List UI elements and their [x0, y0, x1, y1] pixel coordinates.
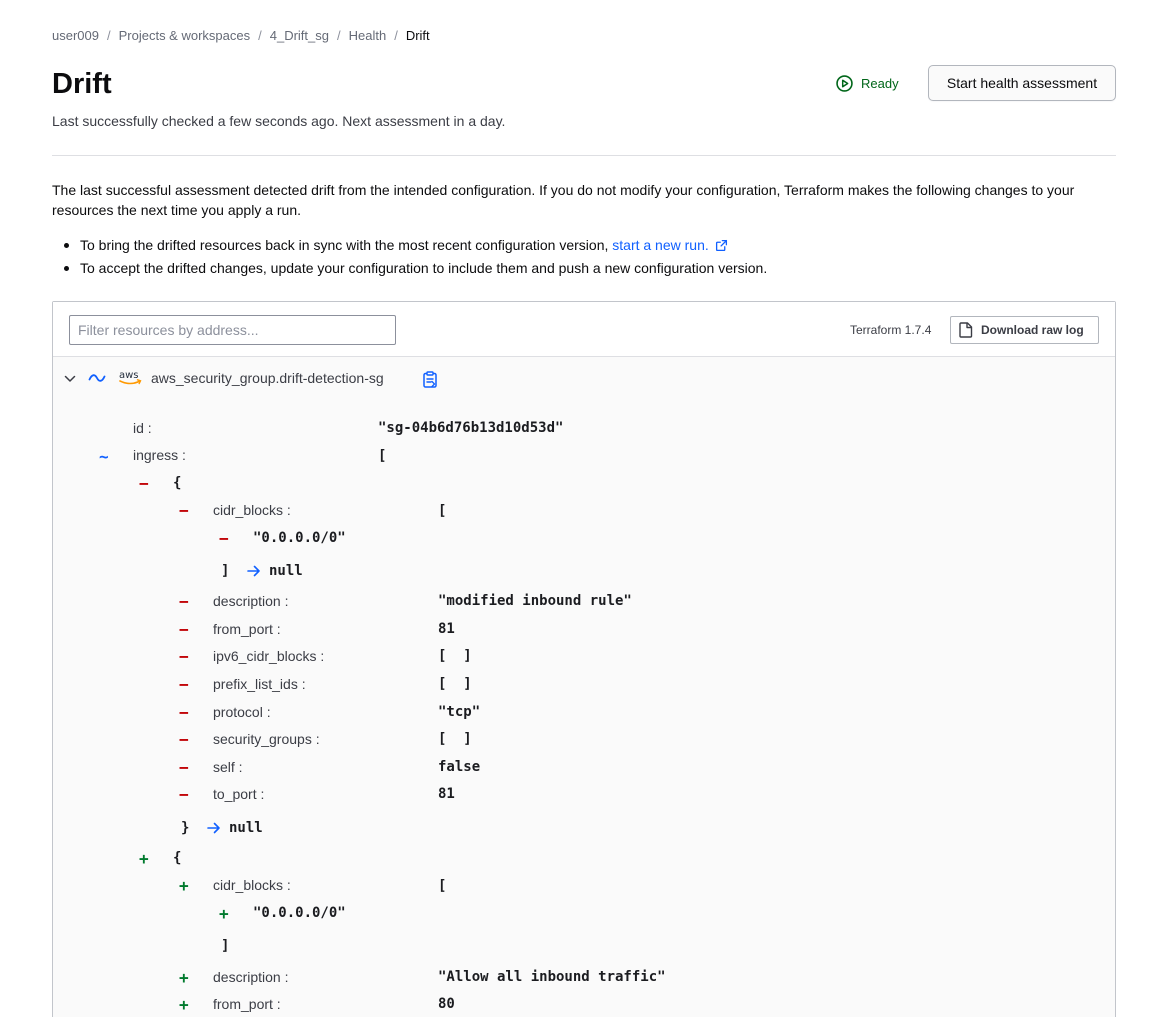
added-symbol: + [139, 849, 149, 868]
download-label: Download raw log [981, 323, 1084, 337]
attr-key-cidr-blocks: cidr_blocks : [213, 502, 291, 518]
attr-val-empty-list: [ ] [438, 648, 472, 664]
breadcrumb-separator: / [106, 28, 111, 43]
attr-val-cidr-item: "0.0.0.0/0" [253, 530, 346, 546]
attr-val-from-port: 81 [438, 621, 455, 637]
breadcrumb-health[interactable]: Health [349, 28, 387, 43]
aws-logo-text: aws [119, 370, 139, 381]
added-symbol: + [179, 876, 189, 895]
added-symbol: + [219, 904, 229, 923]
removed-open-brace: { [173, 475, 182, 491]
added-open-brace: { [173, 850, 182, 866]
start-health-assessment-button[interactable]: Start health assessment [928, 65, 1116, 101]
attr-key-ingress: ingress : [133, 447, 186, 463]
drift-resources-panel: Terraform 1.7.4 Download raw log aws aws… [52, 301, 1116, 1017]
status-label: Ready [861, 75, 899, 91]
attr-key-ipv6-cidr-blocks: ipv6_cidr_blocks : [213, 648, 325, 664]
attr-key-from-port: from_port : [213, 996, 281, 1012]
removed-symbol: − [179, 647, 189, 666]
breadcrumb-user[interactable]: user009 [52, 28, 99, 43]
attr-val-from-port: 80 [438, 996, 455, 1012]
arrow-right-icon [247, 565, 260, 577]
removed-close-brace: } [181, 820, 190, 836]
copy-clipboard-icon[interactable] [422, 371, 438, 388]
external-link-icon[interactable] [715, 239, 728, 252]
breadcrumb-separator: / [258, 28, 262, 43]
removed-symbol: − [179, 675, 189, 694]
added-symbol: + [179, 995, 189, 1014]
attr-val-self: false [438, 759, 481, 775]
file-icon [959, 322, 973, 338]
removed-symbol: − [139, 474, 149, 493]
terraform-version: Terraform 1.7.4 [850, 323, 932, 337]
cidr-open-bracket: [ [438, 503, 447, 519]
removed-symbol: − [179, 758, 189, 777]
drift-tilde-icon [88, 374, 106, 382]
cidr-close-bracket: ] [221, 563, 230, 579]
arrow-right-icon [207, 822, 220, 834]
added-symbol: + [179, 968, 189, 987]
ingress-open-bracket: [ [378, 448, 387, 464]
removed-symbol: − [179, 592, 189, 611]
attr-val-empty-list: [ ] [438, 676, 472, 692]
null-value: null [269, 563, 303, 579]
attr-val-description: "Allow all inbound traffic" [438, 969, 666, 985]
resource-row[interactable]: aws aws_security_group.drift-detection-s… [53, 358, 1115, 400]
breadcrumb-projects[interactable]: Projects & workspaces [119, 28, 251, 43]
page-title: Drift [52, 68, 112, 100]
play-circle-icon [836, 74, 853, 92]
chevron-down-icon[interactable] [64, 374, 76, 384]
attr-val-empty-list: [ ] [438, 731, 472, 747]
list-item: To bring the drifted resources back in s… [52, 234, 1116, 257]
attr-key-description: description : [213, 593, 289, 609]
attr-val-to-port: 81 [438, 786, 455, 802]
attr-val-protocol: "tcp" [438, 704, 481, 720]
removed-symbol: − [179, 501, 189, 520]
filter-resources-input[interactable] [69, 315, 396, 345]
attr-key-protocol: protocol : [213, 704, 271, 720]
attr-val-id: "sg-04b6d76b13d10d53d" [378, 420, 564, 436]
attr-val-description: "modified inbound rule" [438, 593, 632, 609]
breadcrumb-workspace[interactable]: 4_Drift_sg [270, 28, 329, 43]
removed-symbol: − [179, 703, 189, 722]
attr-key-description: description : [213, 969, 289, 985]
attr-key-prefix-list-ids: prefix_list_ids : [213, 676, 306, 692]
divider [52, 155, 1116, 156]
removed-symbol: − [179, 785, 189, 804]
page-subtitle: Last successfully checked a few seconds … [52, 113, 506, 129]
change-tilde-symbol: ~ [99, 447, 109, 466]
breadcrumb: user009 / Projects & workspaces / 4_Drif… [52, 27, 430, 44]
attr-key-security-groups: security_groups : [213, 731, 320, 747]
list-item: To accept the drifted changes, update yo… [52, 257, 1116, 280]
bullet-text: To accept the drifted changes, update yo… [80, 260, 768, 276]
breadcrumb-separator: / [336, 28, 341, 43]
start-new-run-link[interactable]: start a new run. [612, 237, 709, 253]
removed-symbol: − [179, 730, 189, 749]
drift-description: The last successful assessment detected … [52, 182, 1075, 218]
cidr-close-bracket: ] [221, 938, 230, 954]
null-value: null [229, 820, 263, 836]
status-badge: Ready [836, 74, 899, 92]
breadcrumb-separator: / [394, 28, 398, 43]
attr-key-to-port: to_port : [213, 786, 265, 802]
aws-logo-icon: aws [119, 370, 142, 385]
breadcrumb-current: Drift [405, 28, 430, 43]
attr-val-cidr-item: "0.0.0.0/0" [253, 905, 346, 921]
bullet-text: To bring the drifted resources back in s… [80, 237, 613, 253]
download-raw-log-button[interactable]: Download raw log [950, 316, 1099, 344]
attr-key-id: id : [133, 420, 152, 436]
instructions-list: To bring the drifted resources back in s… [52, 234, 1116, 280]
removed-symbol: − [219, 529, 229, 548]
removed-symbol: − [179, 620, 189, 639]
cidr-open-bracket: [ [438, 878, 447, 894]
resource-address: aws_security_group.drift-detection-sg [151, 370, 384, 386]
attr-key-self: self : [213, 759, 243, 775]
attr-key-cidr-blocks: cidr_blocks : [213, 877, 291, 893]
attr-key-from-port: from_port : [213, 621, 281, 637]
panel-toolbar: Terraform 1.7.4 Download raw log [53, 302, 1115, 357]
